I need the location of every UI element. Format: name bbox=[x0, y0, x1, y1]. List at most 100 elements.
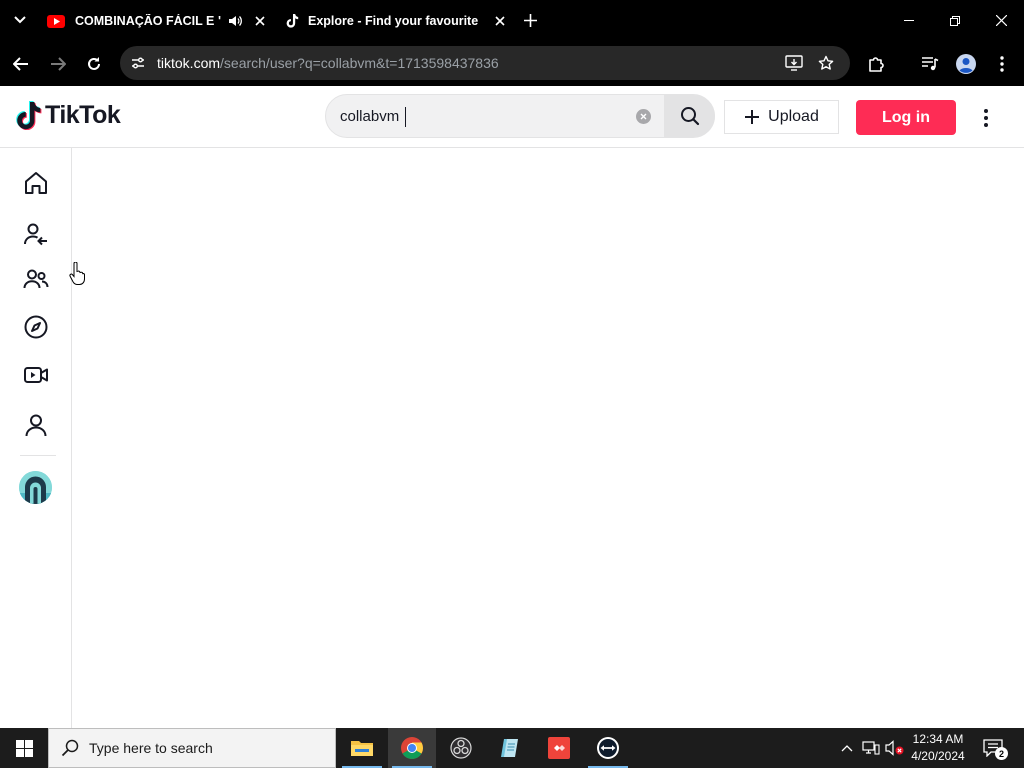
teamviewer-icon bbox=[597, 737, 619, 759]
tiktok-sidebar bbox=[0, 148, 72, 728]
more-vertical-icon bbox=[1000, 56, 1004, 72]
clock-date: 4/20/2024 bbox=[911, 749, 965, 763]
login-button[interactable]: Log in bbox=[856, 100, 956, 135]
tiktok-logo[interactable]: TikTok bbox=[16, 101, 121, 130]
taskbar-notepad-app[interactable] bbox=[486, 728, 534, 768]
restore-button[interactable] bbox=[932, 0, 978, 41]
close-tab-button[interactable] bbox=[250, 11, 270, 31]
playlist-music-icon bbox=[922, 57, 939, 71]
live-icon bbox=[24, 367, 48, 383]
taskbar-chrome[interactable] bbox=[388, 728, 436, 768]
minimize-icon bbox=[904, 20, 914, 21]
browser-tab-youtube[interactable]: COMBINAÇÃO FÁCIL E "SA bbox=[42, 6, 270, 36]
close-tab-button[interactable] bbox=[490, 11, 510, 31]
search-icon bbox=[61, 739, 79, 757]
taskbar-teamviewer[interactable] bbox=[584, 728, 632, 768]
upload-button[interactable]: Upload bbox=[724, 100, 839, 134]
profile-icon bbox=[25, 414, 47, 437]
account-icon bbox=[956, 54, 976, 74]
taskbar-file-explorer[interactable] bbox=[338, 728, 386, 768]
explore-icon bbox=[24, 315, 48, 339]
browser-tab-strip: COMBINAÇÃO FÁCIL E "SA Explore - Find yo… bbox=[0, 0, 1024, 41]
site-info-icon[interactable] bbox=[128, 53, 148, 73]
taskbar-obs-studio[interactable] bbox=[437, 728, 485, 768]
sidebar-item-following[interactable] bbox=[20, 218, 52, 250]
sidebar-item-friends[interactable] bbox=[20, 263, 52, 295]
reload-icon bbox=[88, 57, 100, 70]
search-button[interactable] bbox=[664, 95, 715, 137]
windows-logo-icon bbox=[15, 739, 33, 757]
address-bar[interactable]: tiktok.com/search/user?q=collabvm&t=1713… bbox=[120, 46, 850, 80]
show-hidden-icons-button[interactable] bbox=[838, 728, 856, 768]
close-icon bbox=[495, 16, 505, 26]
more-vertical-icon bbox=[984, 109, 988, 127]
url-text: tiktok.com/search/user?q=collabvm&t=1713… bbox=[157, 55, 499, 71]
arrow-right-icon bbox=[51, 57, 66, 71]
anydesk-icon bbox=[548, 737, 570, 759]
obs-icon bbox=[450, 737, 472, 759]
logo-text: TikTok bbox=[45, 101, 121, 129]
tab-title: COMBINAÇÃO FÁCIL E "SA bbox=[75, 14, 221, 28]
avatar-image bbox=[19, 471, 52, 504]
back-button[interactable] bbox=[8, 51, 34, 77]
windows-taskbar: Type here to search 12:34 AM 4/20/2024 2 bbox=[0, 728, 1024, 768]
restore-icon bbox=[950, 15, 960, 26]
chevron-down-icon bbox=[14, 16, 26, 24]
forward-button[interactable] bbox=[45, 51, 71, 77]
more-options-button[interactable] bbox=[976, 106, 996, 130]
browser-tab-tiktok[interactable]: Explore - Find your favourite v bbox=[278, 6, 510, 36]
reload-button[interactable] bbox=[81, 51, 107, 77]
close-window-button[interactable] bbox=[978, 0, 1024, 41]
url-path: /search/user?q=collabvm&t=1713598437836 bbox=[220, 55, 499, 71]
chrome-menu-button[interactable] bbox=[990, 52, 1014, 76]
notepad-icon bbox=[501, 739, 518, 757]
install-app-icon[interactable] bbox=[784, 53, 804, 73]
taskbar-search-box[interactable]: Type here to search bbox=[48, 728, 336, 768]
bookmark-star-icon[interactable] bbox=[816, 53, 836, 73]
minimize-button[interactable] bbox=[886, 0, 932, 41]
sidebar-promo-avatar[interactable] bbox=[19, 471, 52, 504]
profile-button[interactable] bbox=[954, 52, 978, 76]
search-results-area bbox=[72, 148, 1024, 728]
tab-title: Explore - Find your favourite v bbox=[308, 14, 478, 28]
close-icon bbox=[995, 15, 1007, 26]
chrome-icon bbox=[401, 737, 423, 759]
tiktok-logo-icon bbox=[16, 101, 42, 130]
taskbar-search-placeholder: Type here to search bbox=[89, 740, 213, 756]
notification-center-button[interactable]: 2 bbox=[980, 736, 1008, 760]
plus-icon bbox=[744, 109, 760, 125]
taskbar-clock[interactable]: 12:34 AM 4/20/2024 bbox=[905, 731, 971, 765]
speaker-icon[interactable] bbox=[228, 14, 242, 28]
sidebar-item-for-you[interactable] bbox=[20, 167, 52, 199]
extensions-button[interactable] bbox=[864, 52, 888, 76]
network-icon[interactable] bbox=[861, 728, 881, 768]
sidebar-item-profile[interactable] bbox=[20, 409, 52, 441]
browser-toolbar: tiktok.com/search/user?q=collabvm&t=1713… bbox=[0, 41, 1024, 86]
search-icon bbox=[680, 107, 699, 126]
search-input[interactable] bbox=[340, 106, 620, 126]
start-button[interactable] bbox=[0, 728, 48, 768]
tiktok-header: TikTok Upload Log in bbox=[0, 86, 1024, 148]
puzzle-icon bbox=[869, 57, 884, 72]
tab-search-button[interactable] bbox=[6, 8, 34, 32]
media-controls-button[interactable] bbox=[918, 52, 942, 76]
arrow-left-icon bbox=[13, 57, 28, 71]
sidebar-item-explore[interactable] bbox=[20, 311, 52, 343]
clear-search-button[interactable] bbox=[636, 109, 651, 124]
clock-time: 12:34 AM bbox=[912, 732, 964, 746]
plus-icon bbox=[523, 13, 537, 27]
close-icon bbox=[640, 113, 647, 120]
close-icon bbox=[255, 16, 265, 26]
url-host: tiktok.com bbox=[157, 55, 221, 71]
new-tab-button[interactable] bbox=[519, 9, 541, 31]
search-bar bbox=[325, 94, 715, 138]
tiktok-icon bbox=[286, 14, 299, 28]
sidebar-divider bbox=[20, 455, 56, 456]
chevron-up-icon bbox=[841, 744, 853, 751]
sidebar-item-live[interactable] bbox=[20, 359, 52, 391]
volume-muted-icon[interactable] bbox=[884, 728, 906, 768]
text-caret bbox=[405, 107, 406, 127]
upload-label: Upload bbox=[768, 108, 819, 125]
hand-cursor-icon bbox=[69, 261, 86, 291]
taskbar-anydesk[interactable] bbox=[535, 728, 583, 768]
